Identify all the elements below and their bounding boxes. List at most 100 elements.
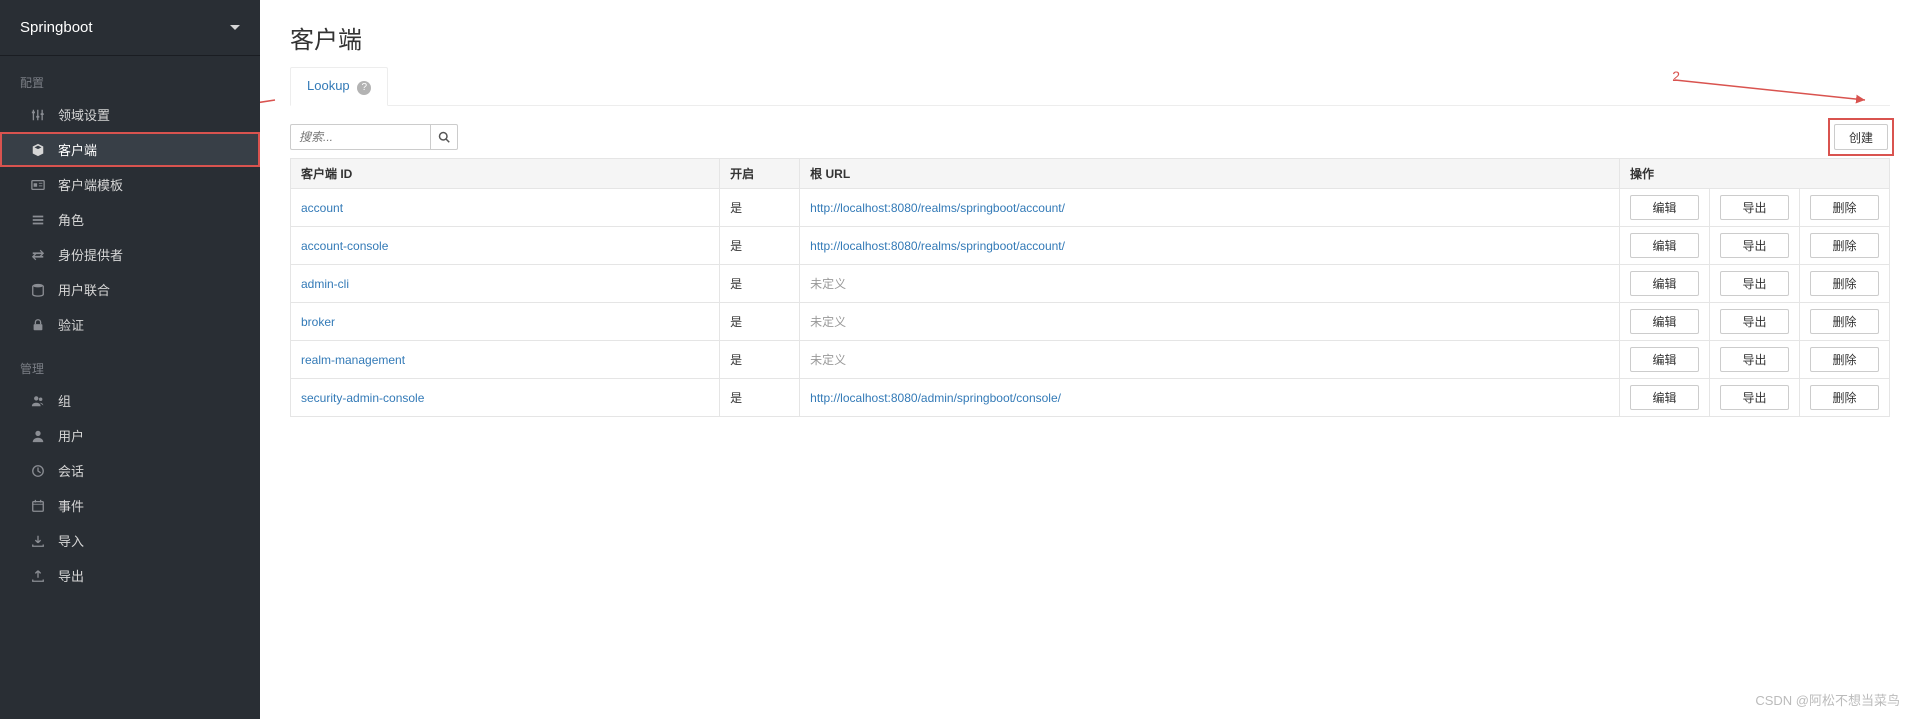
nav-section-title: 配置 [0,68,260,97]
sidebar-item-database[interactable]: 用户联合 [0,272,260,307]
edit-button[interactable]: 编辑 [1630,271,1699,296]
sidebar-item-label: 角色 [58,210,84,229]
export-button[interactable]: 导出 [1720,347,1789,372]
sidebar-item-calendar[interactable]: 事件 [0,488,260,523]
export-button[interactable]: 导出 [1720,233,1789,258]
nav-section-title: 管理 [0,354,260,383]
list-icon [30,212,46,228]
sidebar-item-label: 组 [58,391,71,410]
client-id-link[interactable]: account [301,201,343,215]
export-button[interactable]: 导出 [1720,385,1789,410]
th-enabled: 开启 [720,159,800,189]
sidebar-item-label: 事件 [58,496,84,515]
base-url-link[interactable]: http://localhost:8080/realms/springboot/… [810,239,1065,253]
search-input[interactable] [290,124,430,150]
search-group [290,124,458,150]
export-button[interactable]: 导出 [1720,195,1789,220]
sidebar-item-user[interactable]: 用户 [0,418,260,453]
chevron-down-icon [230,25,240,30]
sidebar-item-list[interactable]: 角色 [0,202,260,237]
enabled-cell: 是 [720,227,800,265]
delete-button[interactable]: 删除 [1810,233,1879,258]
sidebar-item-label: 导入 [58,531,84,550]
create-button[interactable]: 创建 [1834,124,1888,150]
tabs: Lookup ? [290,67,1890,106]
delete-button[interactable]: 删除 [1810,271,1879,296]
sidebar-item-label: 领域设置 [58,105,110,124]
base-url-cell: 未定义 [800,341,1620,379]
delete-button[interactable]: 删除 [1810,347,1879,372]
table-row: realm-management 是未定义编辑导出删除 [291,341,1890,379]
export-button[interactable]: 导出 [1720,309,1789,334]
export-button[interactable]: 导出 [1720,271,1789,296]
create-highlight: 创建 [1832,122,1890,152]
enabled-cell: 是 [720,265,800,303]
import-icon [30,533,46,549]
enabled-cell: 是 [720,341,800,379]
user-icon [30,428,46,444]
client-id-link[interactable]: account-console [301,239,388,253]
client-id-link[interactable]: realm-management [301,353,405,367]
search-icon [438,131,450,143]
sidebar-item-label: 用户 [58,426,84,445]
sidebar: Springboot 配置领域设置客户端客户端模板角色身份提供者用户联合验证管理… [0,0,260,719]
sidebar-item-label: 身份提供者 [58,245,123,264]
realm-selector[interactable]: Springboot [0,0,260,56]
page-title: 客户端 [290,20,1890,55]
sidebar-item-import[interactable]: 导入 [0,523,260,558]
client-id-link[interactable]: security-admin-console [301,391,424,405]
enabled-cell: 是 [720,189,800,227]
tab-lookup[interactable]: Lookup ? [290,67,388,106]
sidebar-item-id-card[interactable]: 客户端模板 [0,167,260,202]
enabled-cell: 是 [720,303,800,341]
th-base-url: 根 URL [800,159,1620,189]
sliders-icon [30,107,46,123]
sidebar-item-label: 客户端 [58,140,97,159]
sidebar-item-label: 导出 [58,566,84,585]
th-client-id: 客户端 ID [291,159,720,189]
main-content: 客户端 Lookup ? 创建 客户端 ID 开启 [260,0,1920,719]
sidebar-item-users[interactable]: 组 [0,383,260,418]
export-icon [30,568,46,584]
sidebar-item-export[interactable]: 导出 [0,558,260,593]
th-actions: 操作 [1620,159,1890,189]
lock-icon [30,317,46,333]
watermark: CSDN @阿松不想当菜鸟 [1755,690,1900,709]
edit-button[interactable]: 编辑 [1630,233,1699,258]
help-icon[interactable]: ? [357,81,371,95]
table-row: account 是 http://localhost:8080/realms/spr… [291,189,1890,227]
base-url-cell: 未定义 [800,303,1620,341]
edit-button[interactable]: 编辑 [1630,347,1699,372]
clock-icon [30,463,46,479]
sidebar-item-label: 用户联合 [58,280,110,299]
clients-table: 客户端 ID 开启 根 URL 操作 account 是 http://localh… [290,158,1890,417]
sidebar-item-exchange[interactable]: 身份提供者 [0,237,260,272]
toolbar: 创建 [290,122,1890,152]
delete-button[interactable]: 删除 [1810,309,1879,334]
base-url-link[interactable]: http://localhost:8080/realms/springboot/… [810,201,1065,215]
table-row: security-admin-console 是 http://localhost:… [291,379,1890,417]
table-row: admin-cli是未定义编辑导出删除 [291,265,1890,303]
users-icon [30,393,46,409]
annotation-arrow-1 [260,80,280,130]
id-card-icon [30,177,46,193]
search-button[interactable] [430,124,458,150]
edit-button[interactable]: 编辑 [1630,385,1699,410]
sidebar-item-cube[interactable]: 客户端 [0,132,260,167]
sidebar-item-clock[interactable]: 会话 [0,453,260,488]
base-url-link[interactable]: http://localhost:8080/admin/springboot/c… [810,391,1061,405]
client-id-link[interactable]: admin-cli [301,277,349,291]
cube-icon [30,142,46,158]
sidebar-item-lock[interactable]: 验证 [0,307,260,342]
edit-button[interactable]: 编辑 [1630,195,1699,220]
delete-button[interactable]: 删除 [1810,195,1879,220]
realm-name: Springboot [20,19,93,36]
table-row: account-console 是 http://localhost:8080/re… [291,227,1890,265]
delete-button[interactable]: 删除 [1810,385,1879,410]
client-id-link[interactable]: broker [301,315,335,329]
sidebar-item-label: 会话 [58,461,84,480]
sidebar-item-sliders[interactable]: 领域设置 [0,97,260,132]
enabled-cell: 是 [720,379,800,417]
edit-button[interactable]: 编辑 [1630,309,1699,334]
exchange-icon [30,247,46,263]
